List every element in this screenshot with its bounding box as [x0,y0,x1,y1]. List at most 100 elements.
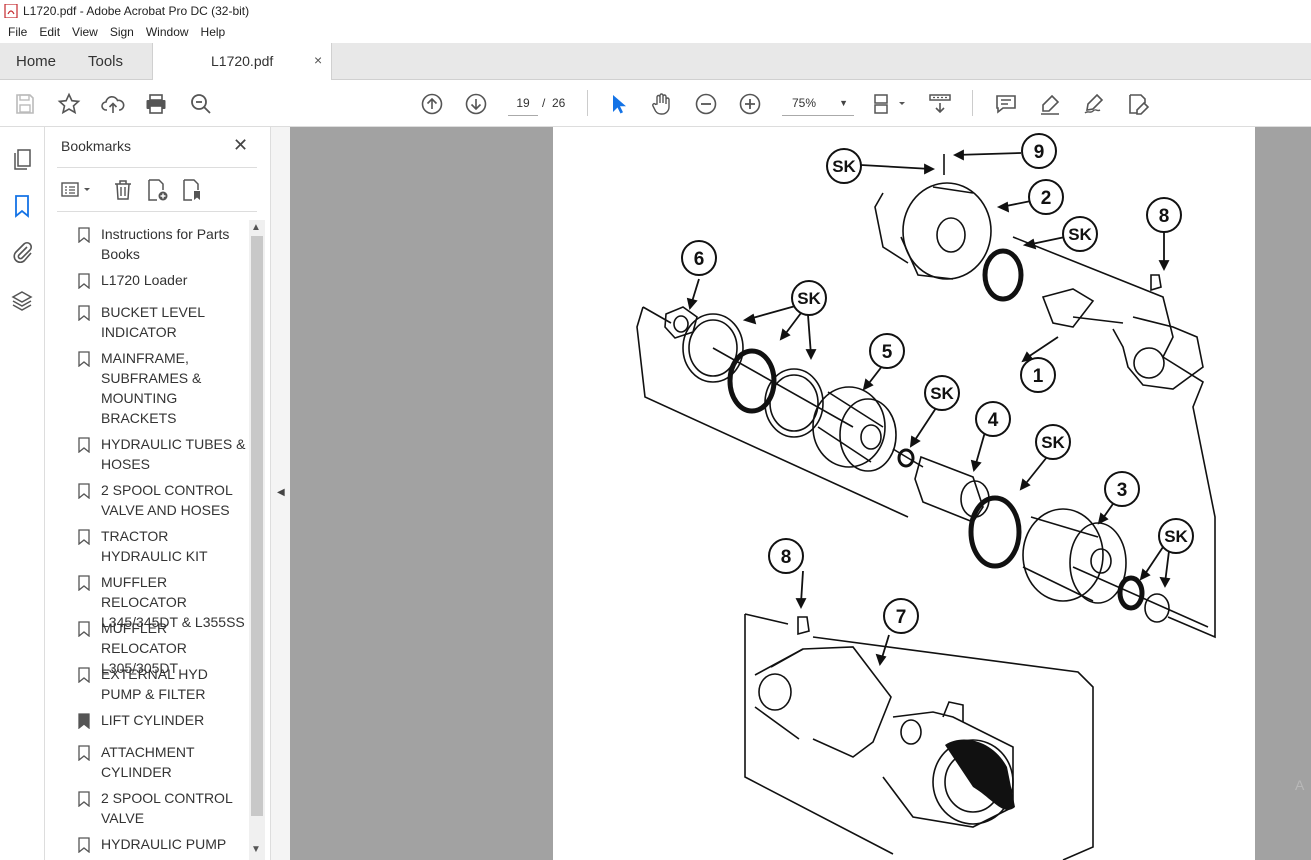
seal-kit-callout-label: SK [1041,433,1065,452]
bookmarks-title: Bookmarks [61,138,132,154]
bookmark-flag-icon [78,575,90,591]
menu-bar: File Edit View Sign Window Help [0,22,1311,42]
callout-label: 2 [1041,188,1052,209]
bookmarks-scrollbar[interactable]: ▲ ▼ [249,220,265,860]
bookmark-flag-icon [78,791,90,807]
page-thumbnails-icon[interactable] [10,148,34,172]
zoom-out-icon[interactable] [693,91,719,117]
bookmark-from-structure-icon[interactable] [180,178,204,202]
pdf-page: 9 2 8 6 1 5 4 3 8 7 SK SK SK SK SK SK [553,127,1255,860]
bookmark-flag-icon [78,667,90,683]
zoom-in-icon[interactable] [737,91,763,117]
bookmark-label: BUCKET LEVEL INDICATOR [101,304,205,340]
bookmark-flag-icon [78,529,90,545]
seal-kit-callout-label: SK [930,384,954,403]
bookmark-label: L1720 Loader [101,272,188,288]
acrobat-app-icon [4,4,18,18]
toolbar-divider [972,90,973,116]
page-number-input[interactable]: 19 [508,90,538,116]
find-zoom-icon[interactable] [188,91,214,117]
chevron-down-icon: ▼ [839,98,848,108]
bookmark-flag-icon [78,621,90,637]
menu-help[interactable]: Help [195,25,232,39]
upload-icon[interactable] [100,91,126,117]
tab-home[interactable]: Home [16,43,56,80]
zoom-value: 75% [792,96,817,110]
menu-edit[interactable]: Edit [33,25,66,39]
bookmark-flag-icon [78,305,90,321]
layers-icon[interactable] [10,289,34,313]
bookmark-label: LIFT CYLINDER [101,712,205,728]
bookmark-flag-icon [78,745,90,761]
bookmark-label: HYDRAULIC TUBES & HOSES [101,436,246,472]
bookmark-label: MAINFRAME, SUBFRAMES & MOUNTING BRACKETS [101,350,202,426]
callout-label: 3 [1117,480,1128,501]
callout-label: 8 [1159,206,1170,227]
save-icon[interactable] [12,91,38,117]
tab-document[interactable]: L1720.pdf × [152,43,332,80]
scroll-thumb[interactable] [251,236,263,816]
callout-label: 5 [882,342,893,363]
divider [57,211,257,212]
bookmark-label: 2 SPOOL CONTROL VALVE AND HOSES [101,482,233,518]
menu-sign[interactable]: Sign [104,25,140,39]
close-icon[interactable]: ✕ [233,135,248,156]
tab-tools[interactable]: Tools [88,43,123,80]
fill-sign-icon[interactable] [1081,91,1107,117]
bookmark-flag-icon [78,273,90,289]
bookmark-label: 2 SPOOL CONTROL VALVE [101,790,233,826]
previous-page-icon[interactable] [419,91,445,117]
page-display-icon[interactable] [872,91,908,117]
scroll-up-icon[interactable]: ▲ [251,222,261,233]
delete-bookmark-icon[interactable] [111,178,135,202]
scrolling-mode-icon[interactable] [927,91,953,117]
new-bookmark-icon[interactable] [145,178,169,202]
menu-file[interactable]: File [2,25,33,39]
next-page-icon[interactable] [463,91,489,117]
document-tab-label: L1720.pdf [211,53,274,69]
bookmark-label: Instructions for Parts Books [101,226,230,262]
bookmark-label: ATTACHMENT CYLINDER [101,744,195,780]
barrel-band-shading [945,739,1015,810]
print-icon[interactable] [143,91,169,117]
bookmark-label: EXTERNAL HYD PUMP & FILTER [101,666,208,702]
close-tab-icon[interactable]: × [314,52,322,68]
callout-label: 8 [781,547,792,568]
page-separator: / [542,96,546,110]
document-viewport: 9 2 8 6 1 5 4 3 8 7 SK SK SK SK SK SK A [290,127,1311,860]
main-toolbar [0,80,1311,127]
hand-tool-icon[interactable] [648,91,674,117]
seal-kit-callout-label: SK [1068,225,1092,244]
panel-collapse-handle[interactable]: ◀ [270,127,290,860]
seal-kit-callout-label: SK [832,157,856,176]
comment-icon[interactable] [993,91,1019,117]
edit-pdf-icon[interactable] [1125,91,1151,117]
bookmarks-panel: Bookmarks ✕ Instructions for Parts Books… [45,127,270,860]
bookmark-label: HYDRAULIC PUMP [101,836,227,852]
callout-label: 6 [694,249,705,270]
attachments-icon[interactable] [10,240,34,264]
menu-window[interactable]: Window [140,25,195,39]
scroll-down-icon[interactable]: ▼ [251,844,261,855]
bookmark-flag-icon [78,837,90,853]
collapse-left-icon: ◀ [277,487,285,498]
bookmark-flag-icon [78,713,90,729]
bookmarks-panel-icon[interactable] [10,194,34,218]
title-bar: L1720.pdf - Adobe Acrobat Pro DC (32-bit… [0,0,1311,22]
bookmark-flag-icon [78,351,90,367]
callout-label: 4 [988,410,999,431]
select-cursor-icon[interactable] [605,91,631,117]
highlight-pen-icon[interactable] [1037,91,1063,117]
zoom-select[interactable]: 75% ▼ [782,90,854,116]
bookmark-options-icon[interactable] [60,178,96,202]
bookmark-star-icon[interactable] [56,91,82,117]
tab-bar: Home Tools L1720.pdf × [0,43,1311,80]
toolbar-divider [587,90,588,116]
watermark-text: A [1295,777,1305,793]
menu-view[interactable]: View [66,25,104,39]
bookmark-flag-icon [78,437,90,453]
callout-label: 1 [1033,366,1044,387]
seal-kit-callout-label: SK [1164,527,1188,546]
bookmark-flag-icon [78,227,90,243]
diagram-linework [636,154,1216,860]
